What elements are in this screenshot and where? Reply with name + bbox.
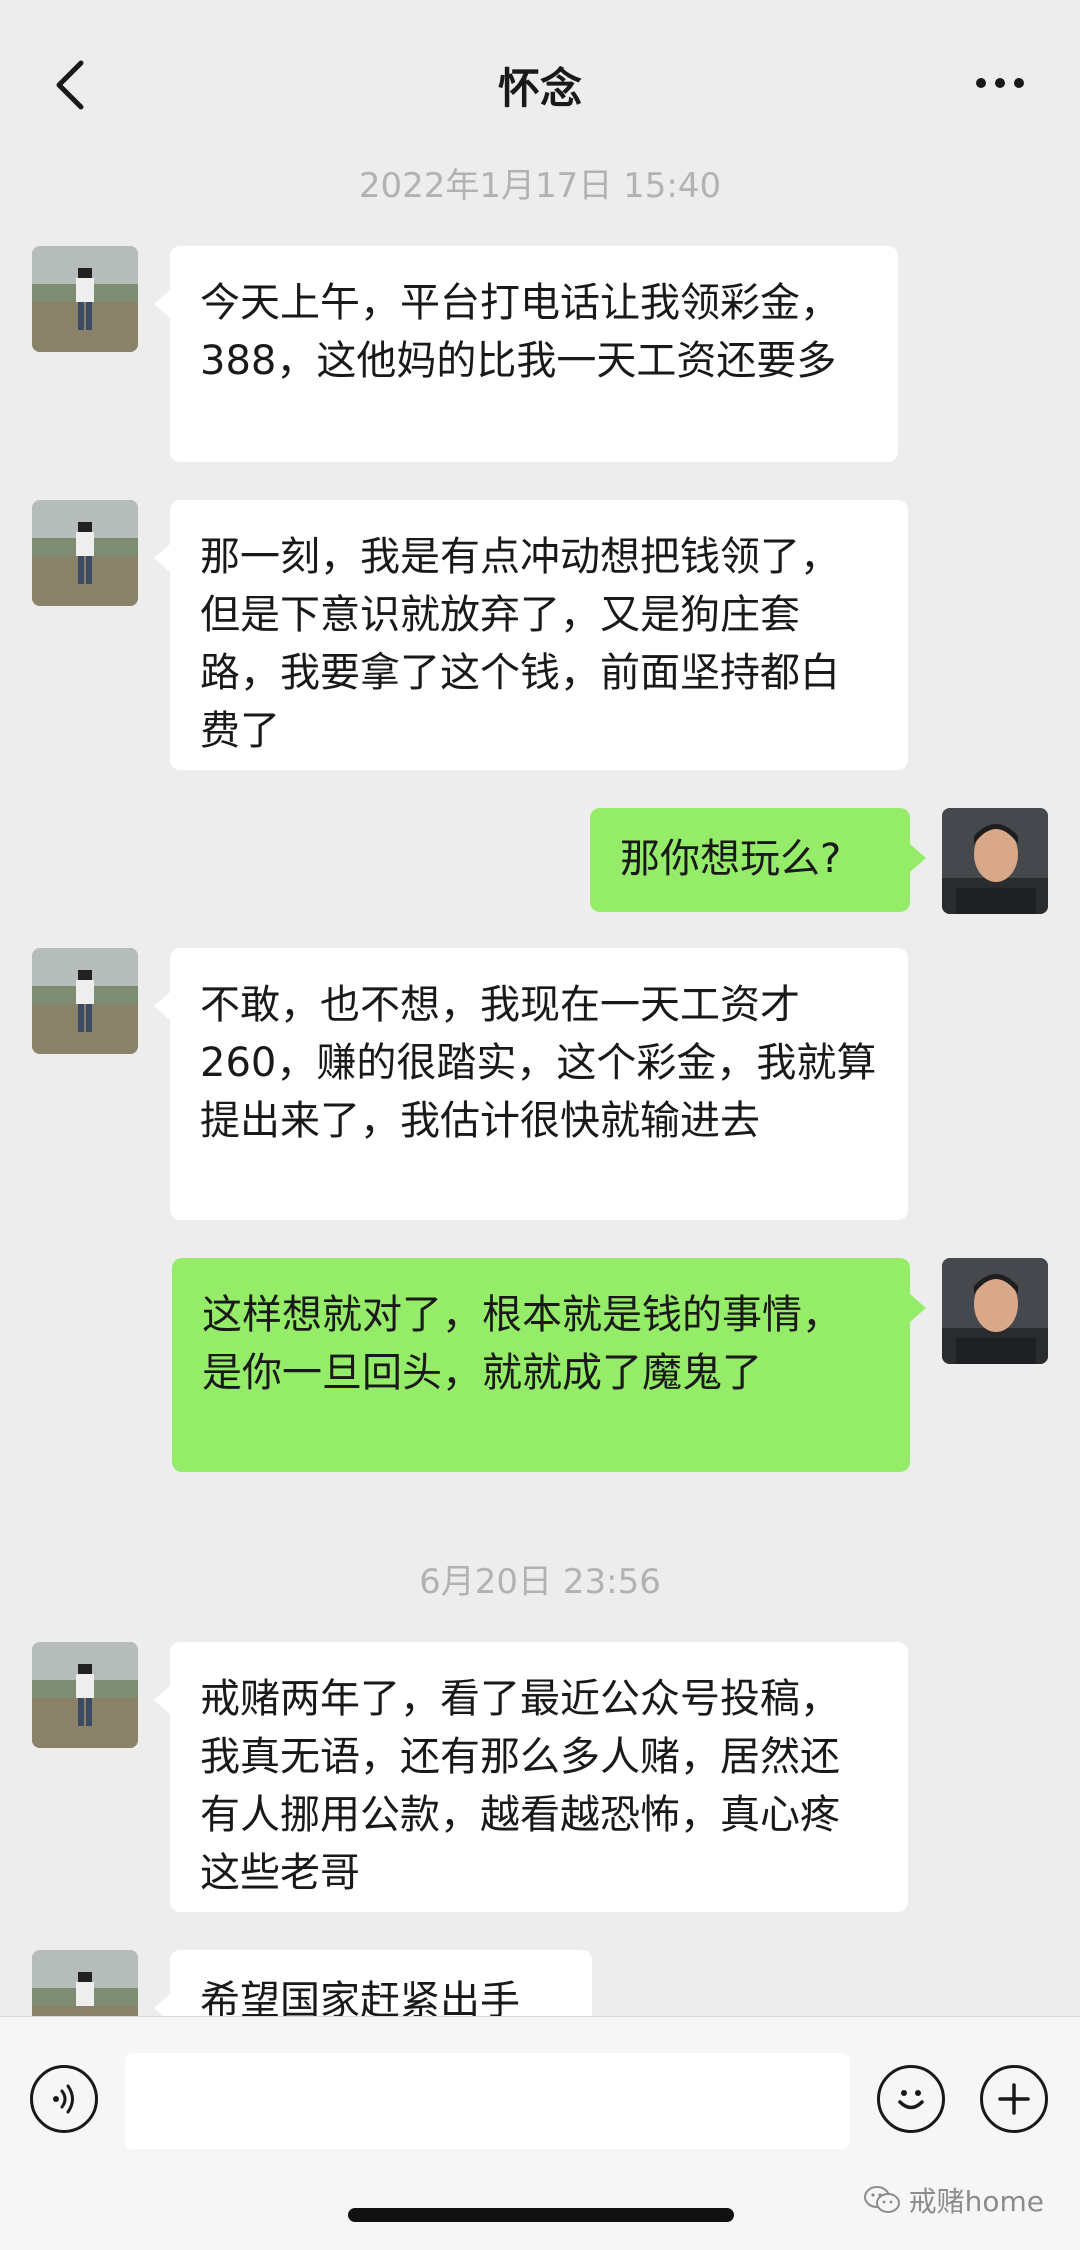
avatar-photo: [942, 1258, 1048, 1364]
home-indicator[interactable]: [348, 2208, 734, 2222]
emoji-icon: [898, 2090, 924, 2110]
chat-title: 怀念: [497, 64, 582, 113]
message-bubble-self[interactable]: 那你想玩么?: [590, 808, 926, 912]
avatar-photo: [32, 246, 138, 352]
avatar-photo: [942, 808, 1048, 914]
timestamp: 6月20日 23:56: [419, 1562, 661, 1602]
message-input[interactable]: [125, 2053, 850, 2149]
avatar[interactable]: [32, 246, 138, 352]
avatar-photo: [32, 948, 138, 1054]
voice-icon: [53, 2084, 74, 2114]
avatar[interactable]: [32, 1642, 138, 1748]
wechat-icon: [863, 2186, 900, 2213]
more-dots-icon: [976, 78, 1024, 88]
timestamp: 2022年1月17日 15:40: [358, 166, 722, 206]
avatar-photo: [32, 1642, 138, 1748]
avatar-self[interactable]: [942, 1258, 1048, 1364]
voice-button[interactable]: [30, 2065, 98, 2133]
watermark: 戒赌home: [863, 2180, 1044, 2220]
avatar[interactable]: [32, 500, 138, 606]
more-button[interactable]: [960, 58, 1040, 108]
message-bubble[interactable]: 戒赌两年了，看了最近公众号投稿，我真无语，还有那么多人赌，居然还有人挪用公款，越…: [154, 1642, 908, 1912]
avatar-self[interactable]: [942, 808, 1048, 914]
message-bubble[interactable]: 不敢，也不想，我现在一天工资才 260，赚的很踏实，这个彩金，我就算提出来了，我…: [154, 948, 908, 1220]
emoji-button[interactable]: [877, 2065, 945, 2133]
message-bubble[interactable]: 那一刻，我是有点冲动想把钱领了，但是下意识就放弃了，又是狗庄套路，我要拿了这个钱…: [154, 500, 908, 770]
message-bubble-self[interactable]: 这样想就对了，根本就是钱的事情，是你一旦回头，就就成了魔鬼了: [172, 1258, 926, 1472]
avatar[interactable]: [32, 948, 138, 1054]
avatar-photo: [32, 500, 138, 606]
chat-header: 怀念: [0, 0, 1080, 170]
plus-button[interactable]: [980, 2065, 1048, 2133]
plus-icon: [998, 2083, 1030, 2115]
watermark-label: 戒赌home: [908, 2185, 1044, 2218]
message-bubble[interactable]: 今天上午，平台打电话让我领彩金，388，这他妈的比我一天工资还要多: [154, 246, 898, 462]
